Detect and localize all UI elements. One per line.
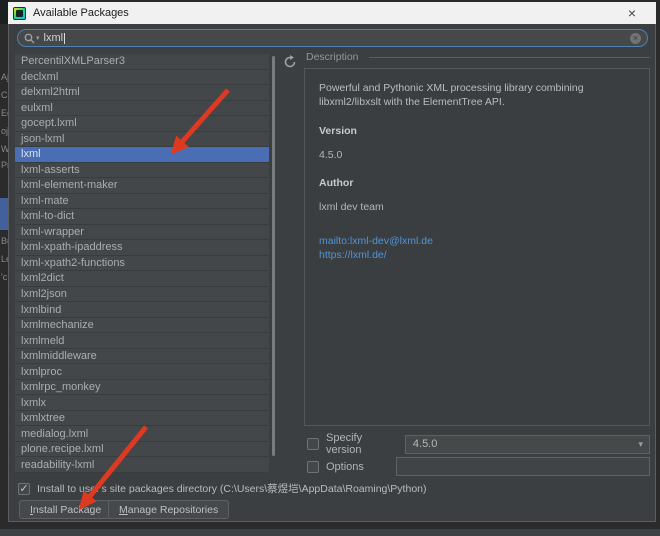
package-list-item[interactable]: lxml-xpath-ipaddress — [15, 240, 269, 256]
search-history-icon[interactable]: ▾ — [36, 34, 40, 42]
refresh-icon[interactable] — [283, 55, 297, 69]
chevron-down-icon: ▾ — [638, 439, 643, 450]
package-list-item[interactable]: plone.recipe.lxml — [15, 442, 269, 458]
package-list-item[interactable]: lxml2dict — [15, 271, 269, 287]
package-list-item[interactable]: declxml — [15, 70, 269, 86]
pycharm-icon — [13, 7, 26, 20]
description-field-value: lxml dev team — [319, 201, 635, 213]
specify-version-label: Specify version — [326, 432, 398, 456]
available-packages-dialog: Available Packages × ▾ lxml × PercentilX… — [8, 2, 656, 522]
package-list-item[interactable]: lxmlmeld — [15, 333, 269, 349]
version-select[interactable]: 4.5.0 ▾ — [405, 435, 650, 454]
options-input[interactable] — [396, 457, 650, 476]
package-list[interactable]: PercentilXMLParser3declxmldelxml2htmleul… — [15, 54, 269, 473]
install-package-button[interactable]: Install Package — [19, 500, 112, 519]
specify-version-row: Specify version 4.5.0 ▾ — [307, 432, 650, 456]
package-list-item[interactable]: lxmlmiddleware — [15, 349, 269, 365]
package-list-item[interactable]: readability-lxml — [15, 457, 269, 473]
package-list-item[interactable]: lxml-element-maker — [15, 178, 269, 194]
install-location-row: ✓ Install to user's site packages direct… — [18, 481, 427, 496]
package-list-item[interactable]: lxml-mate — [15, 194, 269, 210]
description-link[interactable]: mailto:lxml-dev@lxml.de — [319, 235, 635, 247]
dialog-title: Available Packages — [33, 7, 129, 19]
text-caret — [64, 33, 65, 44]
install-location-checkbox[interactable]: ✓ — [18, 483, 30, 495]
background-text-fragment: 'c — [1, 272, 7, 282]
description-field-label: Version — [319, 125, 635, 137]
version-select-value: 4.5.0 — [413, 438, 437, 450]
description-panel: Powerful and Pythonic XML processing lib… — [304, 68, 650, 426]
manage-repositories-button[interactable]: Manage Repositories — [108, 500, 229, 519]
package-list-item[interactable]: json-lxml — [15, 132, 269, 148]
package-list-item[interactable]: lxmlxtree — [15, 411, 269, 427]
dialog-titlebar[interactable]: Available Packages × — [8, 2, 656, 24]
package-list-item[interactable]: lxmlbind — [15, 302, 269, 318]
package-list-item[interactable]: lxml — [15, 147, 269, 163]
background-bottom-band — [0, 529, 660, 536]
package-list-item[interactable]: lxmlmechanize — [15, 318, 269, 334]
package-list-item[interactable]: lxml-to-dict — [15, 209, 269, 225]
background-text-fragment: oj — [1, 126, 8, 136]
specify-version-checkbox[interactable] — [307, 438, 319, 450]
close-icon[interactable]: × — [624, 5, 640, 21]
package-list-item[interactable]: lxml2json — [15, 287, 269, 303]
description-title-rule — [369, 57, 650, 58]
description-links: mailto:lxml-dev@lxml.de https://lxml.de/ — [319, 235, 635, 261]
search-input[interactable]: ▾ lxml × — [17, 29, 648, 47]
description-fields: Version 4.5.0 Author lxml dev team — [319, 125, 635, 213]
package-list-item[interactable]: lxml-wrapper — [15, 225, 269, 241]
options-label: Options — [326, 461, 364, 473]
description-field-value: 4.5.0 — [319, 149, 635, 161]
package-list-item[interactable]: lxmlx — [15, 395, 269, 411]
package-list-item[interactable]: lxml-asserts — [15, 163, 269, 179]
options-checkbox[interactable] — [307, 461, 319, 473]
search-query-text: lxml — [44, 32, 64, 44]
package-list-item[interactable]: lxml-xpath2-functions — [15, 256, 269, 272]
package-list-item[interactable]: PercentilXMLParser3 — [15, 54, 269, 70]
package-list-item[interactable]: delxml2html — [15, 85, 269, 101]
description-field-label: Author — [319, 177, 635, 189]
install-location-label: Install to user's site packages director… — [37, 481, 427, 496]
description-panel-title: Description — [306, 51, 359, 63]
list-scrollbar[interactable] — [272, 56, 275, 456]
package-list-item[interactable]: gocept.lxml — [15, 116, 269, 132]
dialog-body: ▾ lxml × PercentilXMLParser3declxmldelxm… — [8, 24, 656, 522]
description-link[interactable]: https://lxml.de/ — [319, 249, 635, 261]
package-summary: Powerful and Pythonic XML processing lib… — [319, 81, 635, 109]
search-icon — [24, 33, 35, 44]
package-list-item[interactable]: eulxml — [15, 101, 269, 117]
package-list-item[interactable]: lxmlrpc_monkey — [15, 380, 269, 396]
clear-search-icon[interactable]: × — [630, 33, 641, 44]
options-row: Options — [307, 457, 650, 476]
package-list-item[interactable]: medialog.lxml — [15, 426, 269, 442]
package-list-item[interactable]: lxmlproc — [15, 364, 269, 380]
